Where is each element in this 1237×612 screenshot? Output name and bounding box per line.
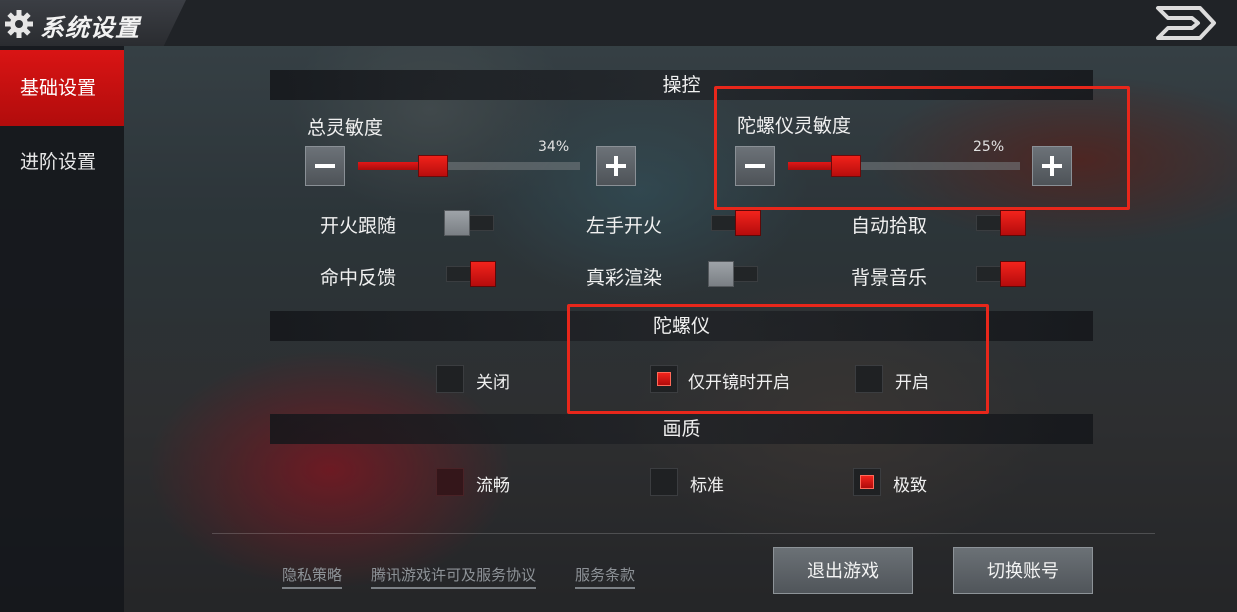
auto-pickup-label: 自动拾取 <box>851 215 928 237</box>
quality-standard-radio[interactable] <box>650 468 678 496</box>
quality-ultra-radio[interactable] <box>853 468 881 496</box>
fire-follow-toggle[interactable] <box>444 210 494 236</box>
page-title: 系统设置 <box>40 14 140 42</box>
true-color-toggle[interactable] <box>708 261 758 287</box>
background-music-toggle[interactable] <box>976 261 1026 287</box>
plus-icon <box>606 156 626 176</box>
quality-section-header: 画质 <box>270 414 1093 444</box>
hit-feedback-label: 命中反馈 <box>320 267 397 289</box>
gyroscope-highlight-frame <box>567 304 989 414</box>
fire-follow-label: 开火跟随 <box>320 215 397 237</box>
background-music-label: 背景音乐 <box>851 267 928 289</box>
exit-game-button[interactable]: 退出游戏 <box>773 547 913 594</box>
toggle-knob <box>735 210 761 236</box>
license-agreement-link[interactable]: 腾讯游戏许可及服务协议 <box>371 564 537 589</box>
toggle-knob <box>1000 210 1026 236</box>
auto-pickup-toggle[interactable] <box>976 210 1026 236</box>
switch-account-button[interactable]: 切换账号 <box>953 547 1093 594</box>
terms-of-service-link[interactable]: 服务条款 <box>575 564 636 589</box>
top-bar <box>0 0 1237 46</box>
total-sensitivity-increase-button[interactable] <box>596 146 636 186</box>
minus-icon <box>315 164 335 168</box>
quality-smooth-label: 流畅 <box>476 476 510 496</box>
privacy-policy-link[interactable]: 隐私策略 <box>282 564 343 589</box>
gyro-off-label: 关闭 <box>476 373 510 393</box>
toggle-knob <box>470 261 496 287</box>
quality-smooth-radio[interactable] <box>436 468 464 496</box>
total-sensitivity-slider[interactable] <box>358 146 580 186</box>
toggle-knob <box>708 261 734 287</box>
left-hand-fire-toggle[interactable] <box>711 210 761 236</box>
gear-icon <box>5 10 33 38</box>
footer-divider <box>212 533 1155 534</box>
true-color-label: 真彩渲染 <box>586 267 663 289</box>
left-hand-fire-label: 左手开火 <box>586 215 663 237</box>
quality-ultra-label: 极致 <box>893 476 927 496</box>
toggle-knob <box>1000 261 1026 287</box>
sidebar-item-basic-settings[interactable]: 基础设置 <box>0 50 124 126</box>
quality-standard-label: 标准 <box>690 476 724 496</box>
gyro-sensitivity-highlight-frame <box>714 86 1130 210</box>
gyro-off-radio[interactable] <box>436 365 464 393</box>
slider-thumb[interactable] <box>418 155 449 177</box>
sidebar: 基础设置 进阶设置 <box>0 46 124 612</box>
toggle-knob <box>444 210 470 236</box>
back-arrow-icon[interactable] <box>1148 2 1218 44</box>
total-sensitivity-decrease-button[interactable] <box>305 146 345 186</box>
sidebar-item-advanced-settings[interactable]: 进阶设置 <box>0 124 124 200</box>
total-sensitivity-label: 总灵敏度 <box>307 117 384 139</box>
hit-feedback-toggle[interactable] <box>446 261 496 287</box>
title-tab: 系统设置 <box>0 0 186 46</box>
